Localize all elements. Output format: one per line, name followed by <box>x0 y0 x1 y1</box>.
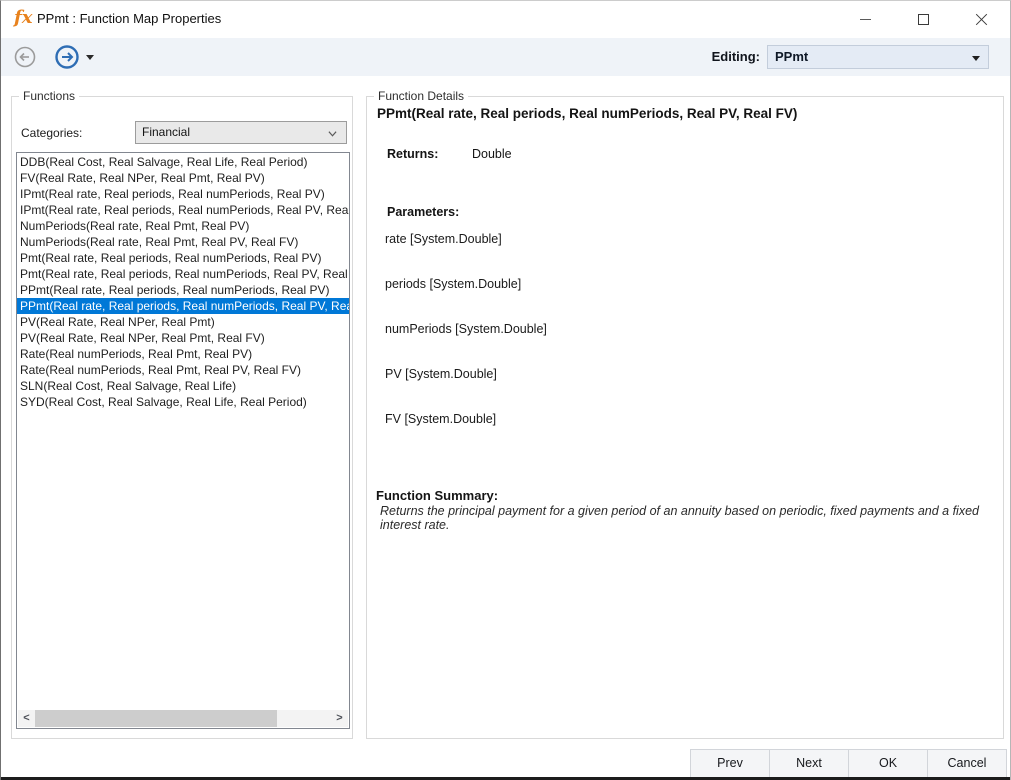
window-controls <box>836 1 1010 38</box>
cancel-button[interactable]: Cancel <box>927 749 1007 778</box>
function-list-item[interactable]: SLN(Real Cost, Real Salvage, Real Life) <box>17 378 349 394</box>
categories-label: Categories: <box>21 126 82 140</box>
function-list-item[interactable]: PV(Real Rate, Real NPer, Real Pmt) <box>17 314 349 330</box>
parameter-item: numPeriods [System.Double] <box>385 322 547 336</box>
function-details-group-label: Function Details <box>374 89 468 103</box>
forward-circle-arrow-icon <box>54 44 80 70</box>
function-list-item[interactable]: SYD(Real Cost, Real Salvage, Real Life, … <box>17 394 349 410</box>
function-listbox: DDB(Real Cost, Real Salvage, Real Life, … <box>16 152 350 729</box>
editing-function-dropdown[interactable]: PPmt <box>767 45 989 69</box>
ok-button[interactable]: OK <box>848 749 928 778</box>
maximize-button[interactable] <box>894 1 952 38</box>
returns-value: Double <box>472 147 512 161</box>
close-button[interactable] <box>952 1 1010 38</box>
returns-label: Returns: <box>387 147 438 161</box>
fx-function-icon: fx <box>14 7 32 28</box>
function-list-item[interactable]: NumPeriods(Real rate, Real Pmt, Real PV) <box>17 218 349 234</box>
categories-dropdown[interactable]: Financial <box>135 121 347 144</box>
functions-group-label: Functions <box>19 89 79 103</box>
editing-function-value: PPmt <box>775 49 808 64</box>
function-list-item[interactable]: NumPeriods(Real rate, Real Pmt, Real PV,… <box>17 234 349 250</box>
functions-group: Functions Categories: Financial DDB(Real… <box>11 96 353 739</box>
horizontal-scrollbar[interactable]: < > <box>18 710 348 727</box>
back-circle-arrow-icon <box>14 46 36 68</box>
parameter-item: PV [System.Double] <box>385 367 497 381</box>
function-map-properties-dialog: fx PPmt : Function Map Properties Editin… <box>0 0 1011 780</box>
next-button[interactable]: Next <box>769 749 849 778</box>
prev-button[interactable]: Prev <box>690 749 770 778</box>
back-button[interactable] <box>14 46 36 68</box>
function-summary-label: Function Summary: <box>376 488 498 503</box>
function-list-item[interactable]: Rate(Real numPeriods, Real Pmt, Real PV,… <box>17 362 349 378</box>
window-title: PPmt : Function Map Properties <box>37 11 221 26</box>
categories-value: Financial <box>142 125 190 139</box>
function-list-item[interactable]: Pmt(Real rate, Real periods, Real numPer… <box>17 250 349 266</box>
scrollbar-thumb[interactable] <box>35 710 277 727</box>
function-list-item[interactable]: DDB(Real Cost, Real Salvage, Real Life, … <box>17 154 349 170</box>
maximize-icon <box>918 14 929 25</box>
parameter-item: rate [System.Double] <box>385 232 502 246</box>
footer-button-bar: Prev Next OK Cancel <box>690 749 1007 778</box>
function-list-item-selected[interactable]: PPmt(Real rate, Real periods, Real numPe… <box>17 298 349 314</box>
function-list-item[interactable]: Rate(Real numPeriods, Real Pmt, Real PV) <box>17 346 349 362</box>
function-list-item[interactable]: IPmt(Real rate, Real periods, Real numPe… <box>17 186 349 202</box>
function-list: DDB(Real Cost, Real Salvage, Real Life, … <box>17 154 349 711</box>
function-list-item[interactable]: IPmt(Real rate, Real periods, Real numPe… <box>17 202 349 218</box>
forward-menu-caret-icon[interactable] <box>86 55 94 60</box>
function-signature: PPmt(Real rate, Real periods, Real numPe… <box>377 106 797 121</box>
minimize-button[interactable] <box>836 1 894 38</box>
function-summary-text: Returns the principal payment for a give… <box>380 504 992 532</box>
parameter-item: FV [System.Double] <box>385 412 496 426</box>
navigation-toolbar: Editing: PPmt <box>1 38 1010 76</box>
title-bar: fx PPmt : Function Map Properties <box>1 1 1010 38</box>
function-list-item[interactable]: PV(Real Rate, Real NPer, Real Pmt, Real … <box>17 330 349 346</box>
function-list-item[interactable]: PPmt(Real rate, Real periods, Real numPe… <box>17 282 349 298</box>
chevron-down-icon <box>328 129 337 138</box>
function-list-item[interactable]: Pmt(Real rate, Real periods, Real numPer… <box>17 266 349 282</box>
forward-button[interactable] <box>54 44 80 70</box>
close-icon <box>975 13 988 26</box>
parameter-item: periods [System.Double] <box>385 277 521 291</box>
function-list-item[interactable]: FV(Real Rate, Real NPer, Real Pmt, Real … <box>17 170 349 186</box>
scroll-right-icon[interactable]: > <box>331 710 348 727</box>
dropdown-caret-icon <box>972 56 980 61</box>
function-details-group: Function Details PPmt(Real rate, Real pe… <box>366 96 1004 739</box>
scroll-left-icon[interactable]: < <box>18 710 35 727</box>
minimize-icon <box>860 19 871 20</box>
editing-label: Editing: <box>712 49 760 64</box>
parameters-label: Parameters: <box>387 205 459 219</box>
